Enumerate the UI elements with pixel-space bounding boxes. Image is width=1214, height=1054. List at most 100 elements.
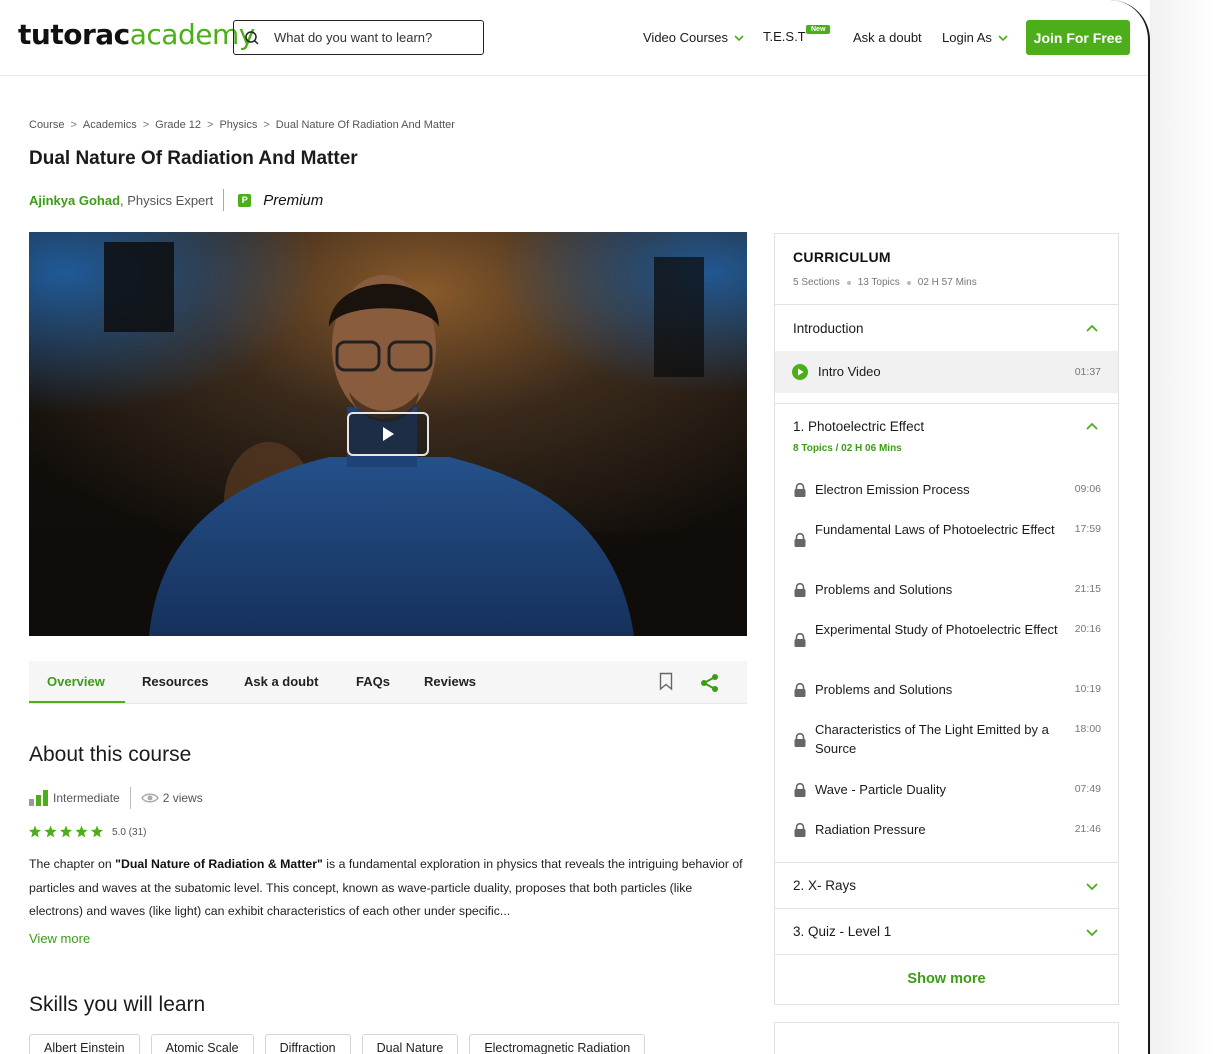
play-icon — [383, 427, 394, 441]
section-title: 2. X- Rays — [793, 878, 857, 893]
topic-intro-video[interactable]: Intro Video 01:37 — [775, 351, 1118, 393]
topic-item[interactable]: Fundamental Laws of Photoelectric Effect… — [775, 520, 1118, 560]
nav-ask-doubt[interactable]: Ask a doubt — [853, 30, 922, 45]
nav-video-courses-label: Video Courses — [643, 30, 729, 45]
section-quiz-level-1[interactable]: 3. Quiz - Level 1 — [775, 909, 1118, 955]
curriculum-header: CURRICULUM 5 Sections 13 Topics 02 H 57 … — [775, 234, 1118, 305]
join-for-free-button[interactable]: Join For Free — [1026, 20, 1130, 55]
show-more-button[interactable]: Show more — [775, 971, 1118, 987]
description-intro: The chapter on — [29, 857, 116, 871]
eye-icon — [140, 793, 159, 803]
bookmark-icon[interactable] — [659, 672, 673, 691]
section-x-rays[interactable]: 2. X- Rays — [775, 863, 1118, 909]
topic-item[interactable]: Problems and Solutions 21:15 — [775, 580, 1118, 600]
topic-duration: 01:37 — [1074, 366, 1101, 378]
nav-video-courses[interactable]: Video Courses — [643, 30, 744, 45]
skill-chip[interactable]: Diffraction — [264, 1034, 351, 1054]
view-more-link[interactable]: View more — [29, 931, 90, 946]
topic-item[interactable]: Electron Emission Process 09:06 — [775, 480, 1118, 500]
play-button[interactable] — [347, 412, 429, 456]
dot-separator — [906, 280, 911, 285]
skills-heading: Skills you will learn — [29, 993, 206, 1016]
tab-faqs[interactable]: FAQs — [356, 674, 390, 689]
new-badge: New — [806, 25, 831, 34]
rating-row: 5.0 (31) — [29, 825, 146, 839]
lock-icon — [794, 633, 806, 647]
author-row: Ajinkya Gohad , Physics Expert P Premium — [29, 189, 323, 211]
tab-ask-a-doubt[interactable]: Ask a doubt — [244, 674, 318, 689]
curriculum-stats: 5 Sections 13 Topics 02 H 57 Mins — [793, 277, 977, 288]
tab-reviews[interactable]: Reviews — [424, 674, 476, 689]
search-icon — [245, 30, 259, 45]
about-heading: About this course — [29, 743, 192, 766]
site-logo[interactable]: tutoracacademy — [18, 18, 255, 51]
breadcrumb-physics[interactable]: Physics — [219, 119, 257, 131]
topic-label: Intro Video — [818, 364, 881, 379]
dot-separator — [846, 280, 851, 285]
site-header: tutoracacademy Video Courses T.E.S.T New… — [0, 0, 1148, 76]
chevron-down-icon — [734, 34, 744, 41]
lock-icon — [794, 733, 806, 747]
topic-duration: 18:00 — [1074, 723, 1101, 735]
divider — [129, 787, 131, 809]
active-tab-indicator — [29, 701, 125, 703]
skill-chip[interactable]: Dual Nature — [361, 1034, 459, 1054]
topic-duration: 20:16 — [1074, 623, 1101, 635]
section-title: Introduction — [793, 321, 864, 336]
topic-label: Radiation Pressure — [815, 822, 926, 837]
sections-count: 5 Sections — [793, 277, 840, 288]
search-box[interactable] — [233, 20, 484, 55]
topic-label: Problems and Solutions — [815, 682, 953, 697]
topic-item[interactable]: Experimental Study of Photoelectric Effe… — [775, 620, 1118, 660]
chevron-up-icon — [1086, 324, 1098, 332]
curriculum-panel: CURRICULUM 5 Sections 13 Topics 02 H 57 … — [774, 233, 1119, 1005]
divider — [223, 189, 225, 211]
author-name[interactable]: Ajinkya Gohad — [29, 193, 120, 208]
topic-label: Characteristics of The Light Emitted by … — [815, 722, 1049, 756]
topic-duration: 21:15 — [1074, 583, 1101, 595]
section-title: 1. Photoelectric Effect — [793, 419, 925, 434]
course-meta: Intermediate 2 views — [29, 787, 203, 809]
breadcrumb-separator: > — [207, 119, 214, 131]
tab-resources[interactable]: Resources — [142, 674, 208, 689]
skill-chip[interactable]: Electromagnetic Radiation — [469, 1034, 646, 1054]
section-subtitle: 8 Topics / 02 H 06 Mins — [793, 443, 902, 454]
tab-overview[interactable]: Overview — [47, 674, 105, 689]
chevron-up-icon — [1086, 422, 1098, 430]
topic-duration: 10:19 — [1074, 683, 1101, 695]
views-count: 2 views — [162, 791, 203, 805]
skill-chip[interactable]: Albert Einstein — [29, 1034, 140, 1054]
topic-item[interactable]: Radiation Pressure 21:46 — [775, 820, 1118, 840]
search-input[interactable] — [274, 30, 464, 45]
description-bold: "Dual Nature of Radiation & Matter" — [115, 857, 323, 871]
lock-icon — [794, 533, 806, 547]
nav-login-as[interactable]: Login As — [942, 30, 1008, 45]
section-introduction-header[interactable]: Introduction — [775, 305, 1118, 351]
total-duration: 02 H 57 Mins — [917, 277, 977, 288]
topic-duration: 17:59 — [1074, 523, 1101, 535]
premium-label: Premium — [263, 191, 324, 209]
topic-item[interactable]: Characteristics of The Light Emitted by … — [775, 720, 1118, 760]
topic-label: Wave - Particle Duality — [815, 782, 946, 797]
nav-ask-doubt-label: Ask a doubt — [853, 30, 922, 45]
section-title: 3. Quiz - Level 1 — [793, 924, 892, 939]
share-icon[interactable] — [700, 673, 720, 693]
lock-icon — [794, 783, 806, 797]
section-1-header[interactable]: 1. Photoelectric Effect 8 Topics / 02 H … — [775, 404, 1118, 464]
nav-test-label: T.E.S.T — [763, 29, 806, 44]
breadcrumb-grade[interactable]: Grade 12 — [155, 119, 201, 131]
author-role: , Physics Expert — [120, 192, 214, 208]
breadcrumb-academics[interactable]: Academics — [83, 119, 137, 131]
topic-duration: 21:46 — [1074, 823, 1101, 835]
page-title: Dual Nature Of Radiation And Matter — [29, 148, 358, 169]
lock-icon — [794, 683, 806, 697]
breadcrumb-current: Dual Nature Of Radiation And Matter — [275, 119, 455, 131]
page-background-edge — [1150, 0, 1214, 1054]
topic-item[interactable]: Problems and Solutions 10:19 — [775, 680, 1118, 700]
nav-test[interactable]: T.E.S.T — [763, 29, 806, 44]
video-player[interactable] — [29, 232, 747, 636]
skill-chip[interactable]: Atomic Scale — [150, 1034, 254, 1054]
level-bars-icon — [29, 790, 48, 806]
topic-item[interactable]: Wave - Particle Duality 07:49 — [775, 780, 1118, 800]
breadcrumb-course[interactable]: Course — [29, 119, 64, 131]
